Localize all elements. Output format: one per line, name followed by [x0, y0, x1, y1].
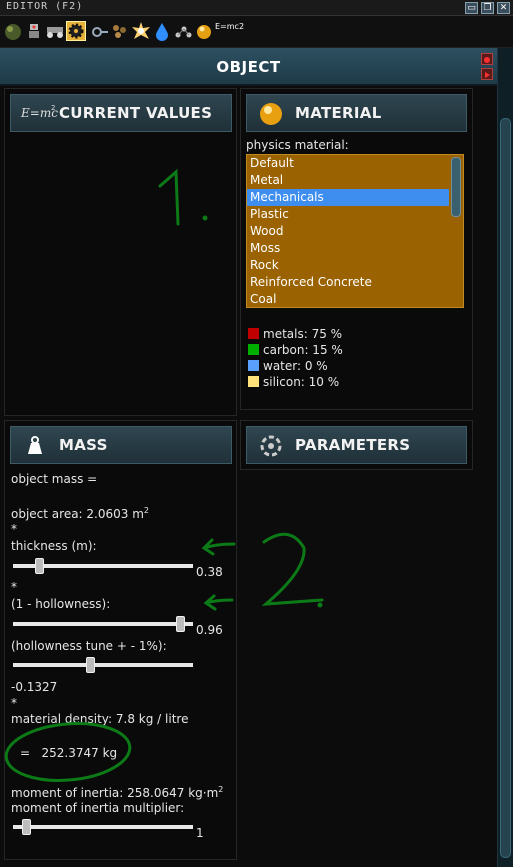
parameters-swirl-icon: [257, 434, 285, 458]
metals-swatch: [248, 328, 259, 339]
current-values-title: CURRENT VALUES: [59, 104, 213, 122]
hollowness-tune-slider[interactable]: [13, 657, 193, 673]
object-header: OBJECT: [0, 48, 497, 86]
formula-icon[interactable]: E=mc2: [215, 21, 244, 41]
carbon-legend: carbon: 15 %: [263, 343, 343, 357]
material-header[interactable]: MATERIAL: [246, 94, 467, 132]
mass-result: = 252.3747 kg: [20, 746, 118, 760]
vehicle-icon[interactable]: [45, 21, 65, 41]
close-button[interactable]: ✕: [497, 2, 510, 14]
current-values-panel: [4, 88, 237, 416]
list-item-selected[interactable]: Mechanicals: [247, 189, 449, 206]
thickness-value: 0.38: [196, 565, 223, 579]
list-item[interactable]: Wood: [247, 223, 449, 240]
moment-of-inertia-label: moment of inertia: 258.0647 kg·m2: [11, 785, 224, 800]
mass-title: MASS: [59, 436, 108, 454]
mass-header[interactable]: MASS: [10, 426, 232, 464]
play-button[interactable]: [481, 68, 493, 80]
list-item[interactable]: Reinforced Concrete: [247, 274, 449, 291]
list-scrollbar[interactable]: [451, 157, 461, 217]
restore-button[interactable]: ❐: [481, 2, 494, 14]
hollowness-tune-value: -0.1327: [11, 680, 58, 694]
editor-toolbar: E=mc2: [0, 16, 513, 48]
silicon-legend: silicon: 10 %: [263, 375, 340, 389]
list-item[interactable]: Rock: [247, 257, 449, 274]
multiply-star: *: [11, 522, 17, 536]
gear-icon[interactable]: [66, 21, 86, 41]
formula-icon-label: E=mc2: [215, 22, 245, 31]
list-item[interactable]: Coal: [247, 291, 449, 307]
thickness-slider-thumb[interactable]: [35, 558, 44, 574]
water-drop-icon[interactable]: [152, 21, 172, 41]
minimize-button[interactable]: ▭: [465, 2, 478, 14]
rocks-icon[interactable]: [110, 21, 130, 41]
water-legend: water: 0 %: [263, 359, 328, 373]
physics-material-label: physics material:: [246, 138, 349, 152]
page-title: OBJECT: [216, 58, 281, 76]
hollowness-label: (1 - hollowness):: [11, 597, 111, 611]
hollowness-value: 0.96: [196, 623, 223, 637]
object-mass-label: object mass =: [11, 472, 98, 486]
list-item[interactable]: Plastic: [247, 206, 449, 223]
sphere-icon: [257, 102, 285, 126]
inertia-multiplier-label: moment of inertia multiplier:: [11, 801, 185, 815]
metals-legend: metals: 75 %: [263, 327, 343, 341]
thickness-label: thickness (m):: [11, 539, 97, 553]
weight-icon: [21, 434, 49, 458]
hollowness-slider-thumb[interactable]: [176, 616, 185, 632]
object-area-label: object area: 2.0603 m2: [11, 506, 149, 521]
explosion-icon[interactable]: [131, 21, 151, 41]
main-scrollbar-thumb[interactable]: [500, 118, 511, 858]
robot-icon[interactable]: [24, 21, 44, 41]
window-title: EDITOR (F2): [6, 1, 84, 12]
multiply-star: *: [11, 696, 17, 710]
window-titlebar: EDITOR (F2) ▭ ❐ ✕: [0, 0, 513, 16]
inertia-multiplier-value: 1: [196, 826, 204, 840]
current-values-header[interactable]: E=mc 2 CURRENT VALUES: [10, 94, 232, 132]
molecules-icon[interactable]: [173, 21, 193, 41]
main-scrollbar[interactable]: [497, 48, 513, 867]
joint-icon[interactable]: [89, 21, 109, 41]
list-item[interactable]: Metal: [247, 172, 449, 189]
hollowness-slider[interactable]: [13, 616, 193, 632]
formula-icon: E=mc 2: [21, 104, 58, 120]
material-density-label: material density: 7.8 kg / litre: [11, 712, 189, 726]
hollowness-tune-label: (hollowness tune + - 1%):: [11, 639, 167, 653]
list-item[interactable]: Moss: [247, 240, 449, 257]
carbon-swatch: [248, 344, 259, 355]
list-item[interactable]: Default: [247, 155, 449, 172]
hollowness-tune-slider-thumb[interactable]: [86, 657, 95, 673]
parameters-header[interactable]: PARAMETERS: [246, 426, 467, 464]
silicon-swatch: [248, 376, 259, 387]
planet-icon[interactable]: [3, 21, 23, 41]
record-button[interactable]: [481, 53, 493, 65]
inertia-multiplier-slider[interactable]: [13, 819, 193, 835]
material-title: MATERIAL: [295, 104, 382, 122]
sphere-icon[interactable]: [194, 21, 214, 41]
water-swatch: [248, 360, 259, 371]
multiply-star: *: [11, 580, 17, 594]
parameters-title: PARAMETERS: [295, 436, 411, 454]
thickness-slider[interactable]: [13, 558, 193, 574]
material-listbox[interactable]: Default Metal Mechanicals Plastic Wood M…: [246, 154, 464, 308]
inertia-multiplier-slider-thumb[interactable]: [22, 819, 31, 835]
